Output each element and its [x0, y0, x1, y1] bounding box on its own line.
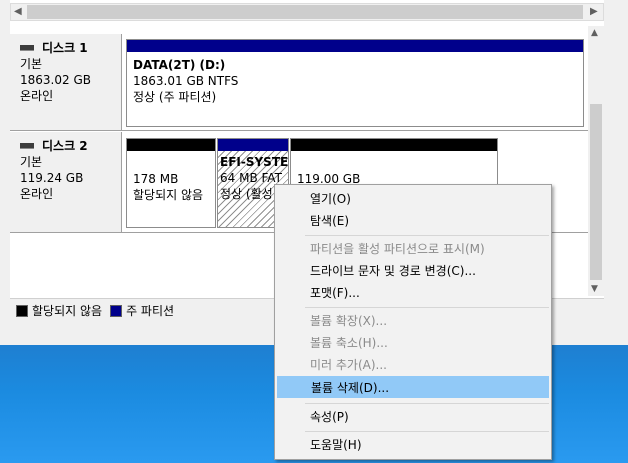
- partition-body: DATA(2T) (D:) 1863.01 GB NTFS 정상 (주 파티션): [127, 52, 583, 110]
- scroll-corner-right: [604, 0, 628, 26]
- partition-unallocated[interactable]: 178 MB 할당되지 않음: [126, 138, 216, 228]
- disk-size: 1863.02 GB: [20, 73, 91, 87]
- primary-partition-swatch-icon: [110, 304, 123, 317]
- vertical-scroll-thumb[interactable]: [590, 104, 602, 280]
- unallocated-swatch-icon: [16, 304, 28, 317]
- partition-bar: [127, 40, 583, 52]
- left-gutter: [0, 26, 10, 326]
- menu-item-properties[interactable]: 속성(P): [277, 406, 549, 428]
- disk-info-1[interactable]: 디스크 1 기본 1863.02 GB 온라인: [10, 34, 122, 130]
- menu-separator: [305, 403, 549, 404]
- partition-bar: [218, 139, 288, 151]
- disk-type: 기본: [20, 57, 43, 71]
- disk-drive-icon: [20, 143, 34, 149]
- menu-separator: [305, 307, 549, 308]
- disk-title: 디스크 1: [20, 40, 121, 56]
- menu-item-explore[interactable]: 탐색(E): [277, 210, 549, 232]
- disk-size: 119.24 GB: [20, 171, 84, 185]
- partition-status: 할당되지 않음: [133, 188, 204, 202]
- menu-item-format[interactable]: 포맷(F)...: [277, 282, 549, 304]
- horizontal-scrollbar[interactable]: ◀ ▶: [10, 3, 604, 21]
- menu-separator: [305, 235, 549, 236]
- partition-bar: [127, 139, 215, 151]
- legend-primary: 주 파티션: [126, 304, 175, 318]
- menu-item-delete-volume[interactable]: 볼륨 삭제(D)...: [277, 376, 549, 398]
- disk-title: 디스크 2: [20, 138, 121, 154]
- menu-item-change-drive-letter[interactable]: 드라이브 문자 및 경로 변경(C)...: [277, 260, 549, 282]
- menu-item-help[interactable]: 도움말(H): [277, 434, 549, 456]
- scroll-right-arrow-icon[interactable]: ▶: [590, 6, 600, 18]
- menu-item-extend-volume: 볼륨 확장(X)...: [310, 314, 388, 328]
- scroll-left-arrow-icon[interactable]: ◀: [14, 6, 24, 18]
- disk-row-1: 디스크 1 기본 1863.02 GB 온라인 DATA(2T) (D:) 18…: [10, 34, 588, 131]
- menu-item-open[interactable]: 열기(O): [277, 188, 549, 210]
- partition-label: EFI-SYSTEM: [220, 155, 288, 169]
- partition-bar: [291, 139, 497, 151]
- disk-name: 디스크 2: [42, 139, 88, 153]
- scroll-corner-left: [0, 0, 10, 26]
- disk-drive-icon: [20, 45, 34, 51]
- scroll-down-arrow-icon[interactable]: ▼: [591, 284, 598, 294]
- partition-size: 178 MB: [133, 172, 179, 186]
- disk-status: 온라인: [20, 187, 54, 201]
- menu-separator: [305, 431, 549, 432]
- menu-item-mark-active: 파티션을 활성 파티션으로 표시(M): [310, 242, 485, 256]
- vertical-scrollbar[interactable]: ▲ ▼: [588, 26, 604, 296]
- menu-item-shrink-volume: 볼륨 축소(H)...: [310, 336, 388, 350]
- partition-body: 178 MB 할당되지 않음: [127, 151, 215, 208]
- horizontal-scroll-thumb[interactable]: [27, 5, 583, 19]
- menu-item-add-mirror: 미러 추가(A)...: [310, 358, 387, 372]
- disk-type: 기본: [20, 155, 43, 169]
- scroll-up-arrow-icon[interactable]: ▲: [591, 28, 598, 38]
- right-gutter: [604, 26, 628, 326]
- partition-status: 정상 (주 파티션): [133, 90, 217, 104]
- disk-status: 온라인: [20, 89, 54, 103]
- partition-data-d[interactable]: DATA(2T) (D:) 1863.01 GB NTFS 정상 (주 파티션): [126, 39, 584, 127]
- partition-size: 1863.01 GB NTFS: [133, 74, 239, 88]
- disk-info-2[interactable]: 디스크 2 기본 119.24 GB 온라인: [10, 132, 122, 232]
- legend-unallocated: 할당되지 않음: [32, 304, 103, 318]
- partition-label: DATA(2T) (D:): [133, 58, 226, 72]
- disk-name: 디스크 1: [42, 41, 88, 55]
- partition-context-menu: 열기(O) 탐색(E) 파티션을 활성 파티션으로 표시(M) 드라이브 문자 …: [274, 184, 552, 460]
